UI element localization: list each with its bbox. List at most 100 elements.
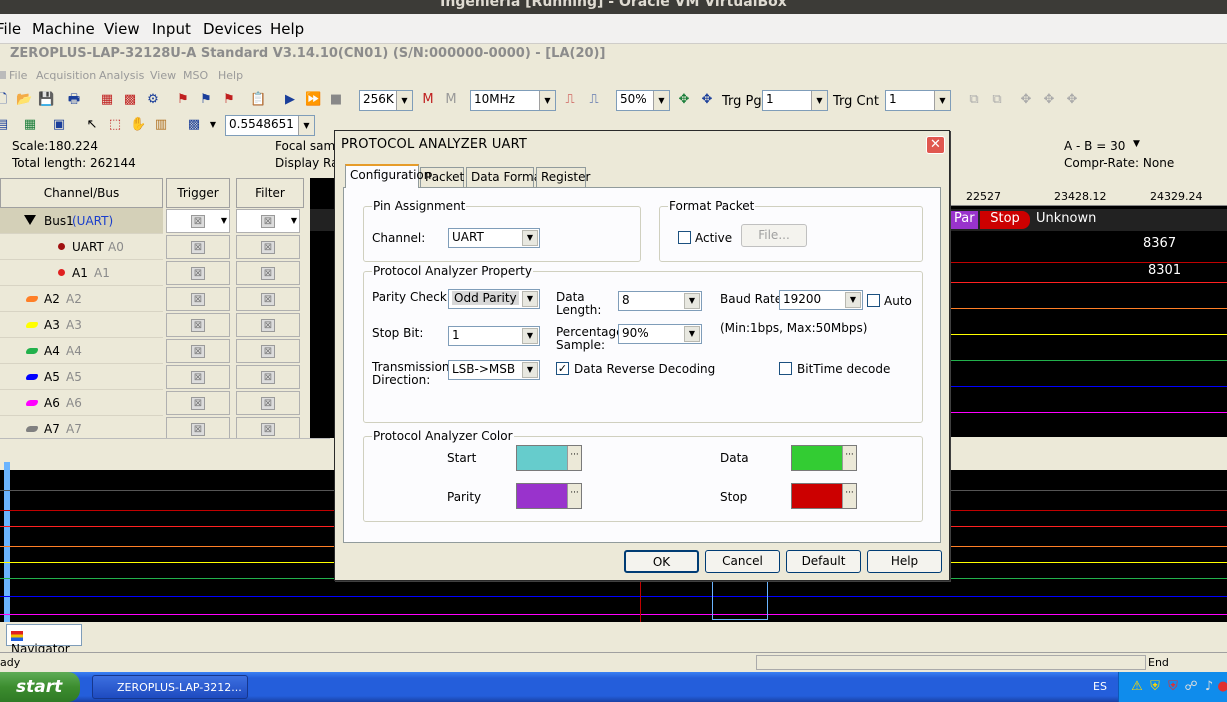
baud-rate-select[interactable]: 19200 ▼ [779,290,863,310]
bittime-decode-checkbox[interactable] [779,362,792,375]
file-button[interactable]: File... [741,224,807,247]
channel-row[interactable]: A5 A5 [0,364,163,390]
trigger-cell[interactable]: ⊠ [166,287,230,311]
layout-icon[interactable]: ▣ [51,117,67,133]
start-color-swatch[interactable]: ··· [516,445,582,471]
filter-cell[interactable]: ⊠ [236,391,300,415]
data-length-select[interactable]: 8 ▼ [618,291,702,311]
language-indicator[interactable]: ES [1093,680,1107,693]
trigger-config-icon[interactable]: ⚑ [221,92,237,108]
filter-cell[interactable]: ⊠ [236,313,300,337]
percentage-sample-select[interactable]: 90% ▼ [618,324,702,344]
frequency-select[interactable]: 10MHz ▼ [470,90,556,111]
nav-view-window[interactable] [712,580,768,620]
cancel-button[interactable]: Cancel [705,550,780,573]
filter-cell[interactable]: ⊠ ▼ [236,209,300,233]
trigger-pos-icon[interactable]: ✥ [676,92,692,108]
clock-signal-icon[interactable]: ⎍ [562,92,578,108]
trigger-cell[interactable]: ⊠ [166,313,230,337]
host-menu-file[interactable]: File [0,20,21,38]
display-dropdown-icon[interactable]: ▼ [205,117,221,133]
app-menu-analysis[interactable]: Analysis [99,69,144,82]
trigger-goto-icon[interactable]: ✥ [699,92,715,108]
tab-register[interactable]: Register [536,167,590,187]
trigger-cell[interactable]: ⊠ [166,365,230,389]
tray-network-icon[interactable]: ☍ [1183,679,1199,695]
tray-shield-icon[interactable]: ⛨ [1147,679,1163,695]
channel-row[interactable]: A2 A2 [0,286,163,312]
tray-update-icon[interactable]: ● [1215,679,1227,695]
host-menu-help[interactable]: Help [270,20,304,38]
navigator-marker[interactable] [4,462,10,622]
percent-select[interactable]: 50% ▼ [616,90,670,111]
memory-plus-icon[interactable]: M [420,92,436,108]
help-button[interactable]: Help [867,550,942,573]
cursor-b-icon[interactable]: ✥ [1041,92,1057,108]
app-menu-help[interactable]: Help [218,69,243,82]
filter-cell[interactable]: ⊠ [236,235,300,259]
a-b-dropdown-icon[interactable]: ▼ [1133,139,1140,149]
trg-cnt-select[interactable]: 1 ▼ [885,90,951,111]
app-menu-view[interactable]: View [150,69,176,82]
channel-row[interactable]: A4 A4 [0,338,163,364]
display-icon[interactable]: ▩ [186,117,202,133]
hand-icon[interactable]: ✋ [130,117,146,133]
memory-minus-icon[interactable]: M [443,92,459,108]
run-repeat-icon[interactable]: ⏩ [305,92,321,108]
filter-header[interactable]: Filter [236,178,304,208]
filter-dropdown-icon[interactable]: ▼ [291,216,297,225]
channel-row[interactable]: A6 A6 [0,390,163,416]
filter-cell[interactable]: ⊠ [236,287,300,311]
host-menu-devices[interactable]: Devices [203,20,262,38]
start-button[interactable]: start [0,672,80,702]
trigger-cell[interactable]: ⊠ [166,261,230,285]
run-icon[interactable]: ▶ [282,92,298,108]
taskbar-app-button[interactable]: ZEROPLUS-LAP-3212... [92,675,248,699]
paste-icon[interactable]: ⧉ [989,92,1005,108]
tab-data-format[interactable]: Data Format [466,167,546,187]
trigger-cell[interactable]: ⊠ [166,339,230,363]
copy-icon[interactable]: ⧉ [966,92,982,108]
stop-bit-select[interactable]: 1 ▼ [448,326,540,346]
report-icon[interactable]: 📋 [250,92,266,108]
host-menu-input[interactable]: Input [152,20,191,38]
grid-view-icon[interactable]: ▤ [0,117,10,133]
channel-panel-scrollbar[interactable] [0,438,330,454]
app-menu-file[interactable]: File [9,69,27,82]
stop-color-swatch[interactable]: ··· [791,483,857,509]
calculator-icon[interactable]: ▦ [22,117,38,133]
host-menu-view[interactable]: View [104,20,140,38]
stop-icon[interactable]: ■ [328,92,344,108]
print-icon[interactable]: 🖶 [66,92,82,108]
trigger-cell[interactable]: ⊠ [166,391,230,415]
close-icon[interactable]: ✕ [926,136,945,154]
open-folder-icon[interactable]: 📂 [16,92,32,108]
app-menu-mso[interactable]: MSO [183,69,208,82]
capture-mode-icon[interactable]: ▩ [122,92,138,108]
clock-signal-alt-icon[interactable]: ⎍ [586,92,602,108]
app-menu-acquisition[interactable]: Acquisition [36,69,96,82]
filter-cell[interactable]: ⊠ [236,261,300,285]
trigger-icon[interactable]: ⚑ [175,92,191,108]
cursor-a-icon[interactable]: ✥ [1018,92,1034,108]
trigger-edge-icon[interactable]: ⚑ [198,92,214,108]
cursor-c-icon[interactable]: ✥ [1064,92,1080,108]
zoom-select[interactable]: 0.5548651 ▼ [225,115,315,136]
trigger-cell[interactable]: ⊠ [166,235,230,259]
data-reverse-checkbox[interactable]: ✓ [556,362,569,375]
trg-pg-select[interactable]: 1 ▼ [762,90,828,111]
trigger-header[interactable]: Trigger [166,178,230,208]
data-color-swatch[interactable]: ··· [791,445,857,471]
filter-cell[interactable]: ⊠ [236,339,300,363]
trigger-cell[interactable]: ⊠ ▼ [166,209,230,233]
tab-configuration[interactable]: Configuration [345,164,431,188]
ok-button[interactable]: OK [624,550,699,573]
select-region-icon[interactable]: ⬚ [107,117,123,133]
active-checkbox[interactable] [678,231,691,244]
channel-bus-header[interactable]: Channel/Bus [0,178,163,208]
ruler-icon[interactable]: ▥ [153,117,169,133]
channel-row[interactable]: A3 A3 [0,312,163,338]
filter-cell[interactable]: ⊠ [236,365,300,389]
settings-grid-icon[interactable]: ⚙ [145,92,161,108]
tray-security-icon[interactable]: ⚠ [1129,679,1145,695]
